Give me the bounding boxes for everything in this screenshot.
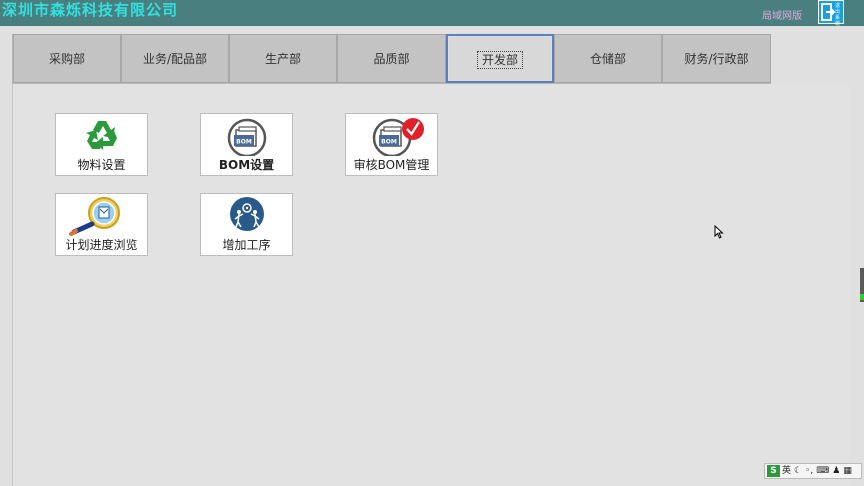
ime-toolbar[interactable]: S 英 ☾ ◦, ⌨ ♟ ▦: [764, 463, 862, 479]
app-header: 深圳市森烁科技有限公司 局域网版 退出系统: [0, 0, 864, 27]
grid-icon[interactable]: ▦: [843, 466, 852, 476]
tile-plan-progress[interactable]: 计划进度浏览: [55, 193, 148, 256]
tile-material-settings[interactable]: 物料设置: [55, 113, 148, 176]
ime-mode-toggle[interactable]: 英: [782, 466, 791, 476]
tab-label: 采购部: [48, 52, 85, 66]
tab-label: 开发部: [476, 51, 523, 69]
status-indicator: [860, 294, 864, 300]
tab-warehouse[interactable]: 仓储部: [554, 34, 662, 83]
tile-label: 计划进度浏览: [65, 238, 138, 252]
exit-door-icon: [821, 3, 835, 21]
exit-label: 退出系统: [835, 3, 841, 27]
keyboard-icon[interactable]: ⌨: [816, 466, 829, 476]
tile-label: 增加工序: [222, 238, 271, 252]
tile-label: 审核BOM管理: [353, 158, 430, 172]
bom-folder-icon: BOM: [201, 116, 292, 158]
tab-label: 财务/行政部: [684, 52, 749, 66]
tab-production[interactable]: 生产部: [229, 34, 337, 83]
tab-label: 生产部: [264, 52, 301, 66]
bom-approve-icon: BOM: [346, 116, 437, 158]
network-edition-label: 局域网版: [762, 11, 802, 22]
tab-sales[interactable]: 业务/配品部: [121, 34, 229, 83]
tab-development[interactable]: 开发部: [446, 34, 554, 83]
workers-gear-icon: [201, 196, 292, 236]
bom-badge-text: BOM: [236, 139, 252, 146]
bom-badge-text: BOM: [381, 139, 397, 146]
tab-label: 仓储部: [589, 52, 626, 66]
moon-icon[interactable]: ☾: [794, 466, 802, 476]
person-icon[interactable]: ♟: [832, 466, 840, 476]
tile-add-process[interactable]: 增加工序: [200, 193, 293, 256]
sogou-logo-icon: S: [767, 465, 780, 477]
exit-system-button[interactable]: 退出系统: [818, 0, 844, 27]
side-scroll-handle[interactable]: [860, 268, 864, 302]
tab-label: 业务/配品部: [142, 52, 208, 66]
company-name: 深圳市森烁科技有限公司: [2, 1, 179, 19]
punctuation-icon[interactable]: ◦,: [805, 466, 813, 476]
recycle-icon: [56, 116, 147, 156]
magnifier-icon: [56, 196, 147, 236]
tab-quality[interactable]: 品质部: [337, 34, 446, 83]
tile-bom-approval[interactable]: BOM 审核BOM管理: [345, 113, 438, 176]
tile-bom-settings[interactable]: BOM BOM设置: [200, 113, 293, 176]
mouse-cursor-icon: [714, 225, 724, 239]
tab-purchasing[interactable]: 采购部: [13, 34, 121, 83]
tab-label: 品质部: [373, 52, 410, 66]
tab-finance-admin[interactable]: 财务/行政部: [662, 34, 771, 83]
tile-label: 物料设置: [77, 158, 126, 172]
tile-label: BOM设置: [218, 158, 275, 172]
